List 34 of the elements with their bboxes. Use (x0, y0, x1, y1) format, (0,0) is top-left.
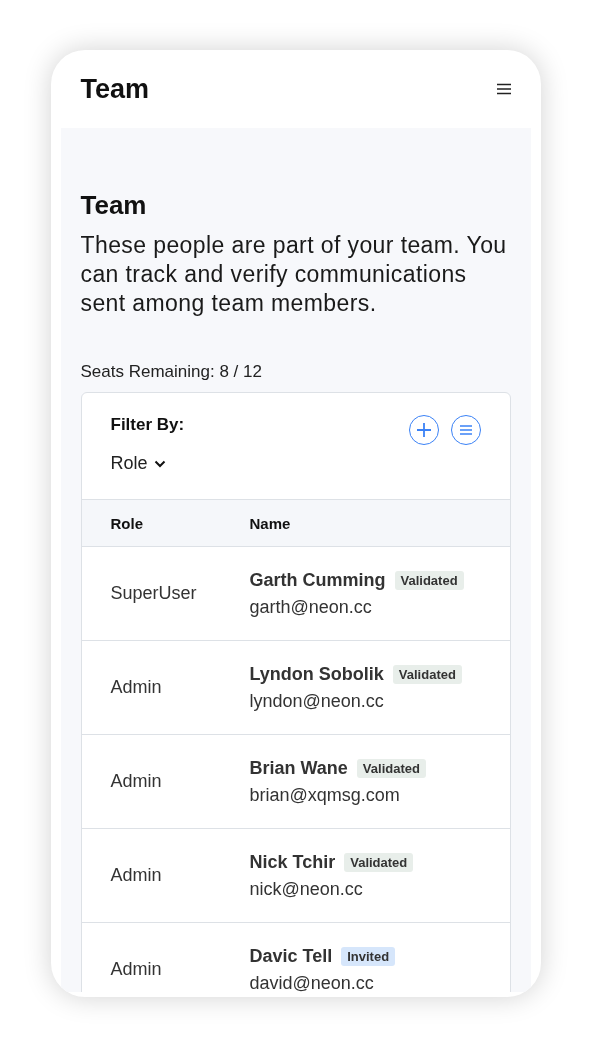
seats-remaining: Seats Remaining: 8 / 12 (80, 362, 263, 382)
page-title: Team (80, 190, 148, 221)
app-title: Team (80, 73, 150, 105)
member-email: nick@neon.cc (249, 878, 364, 900)
plus-icon (415, 422, 432, 438)
status-badge: Invited (341, 946, 396, 966)
member-name: Garth Cumming (249, 569, 386, 591)
status-badge: Validated (344, 852, 414, 872)
member-email: david@neon.cc (249, 972, 375, 992)
member-name: Lyndon Sobolik (249, 663, 384, 685)
member-name: Nick Tchir (249, 851, 336, 873)
member-email: lyndon@neon.cc (249, 690, 385, 712)
role-cell: Admin (110, 677, 162, 697)
member-email: garth@neon.cc (249, 596, 373, 618)
column-header: Name (249, 514, 291, 532)
status-badge: Validated (392, 664, 462, 684)
member-name: Brian Wane (249, 757, 348, 779)
page-description: These people are part of your team. You can track and verify communications sent among team members. (80, 231, 508, 318)
list-icon (458, 425, 473, 435)
menu-icon[interactable] (496, 83, 511, 95)
role-cell: SuperUser (110, 583, 197, 603)
status-badge: Validated (394, 570, 464, 590)
member-email: brian@xqmsg.com (249, 784, 401, 806)
chevron-down-icon (153, 459, 166, 468)
role-cell: Admin (110, 865, 162, 885)
role-dropdown[interactable]: Role (110, 453, 166, 474)
list-button[interactable] (450, 415, 481, 445)
role-cell: Admin (110, 771, 162, 791)
status-badge: Validated (356, 758, 426, 778)
member-name: Davic Tell (249, 945, 333, 967)
column-header: Role (110, 514, 144, 532)
filter-label: Filter By: (110, 415, 185, 435)
add-button[interactable] (408, 415, 439, 445)
role-cell: Admin (110, 959, 162, 979)
